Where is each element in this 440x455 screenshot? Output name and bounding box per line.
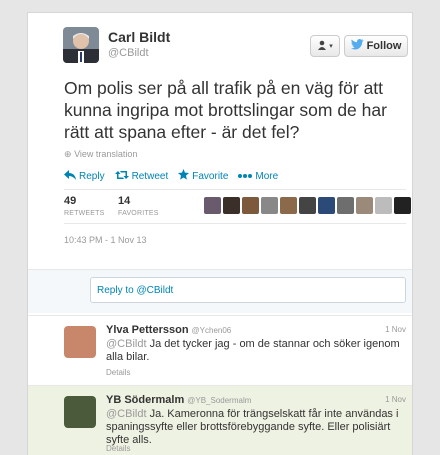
more-dots-icon xyxy=(238,171,253,182)
favoriter-avatars xyxy=(204,197,411,214)
retweet-action[interactable]: Retweet xyxy=(114,169,169,183)
favorite-label: Favorite xyxy=(192,170,229,182)
divider xyxy=(64,189,406,190)
globe-icon: ⊕ xyxy=(64,149,72,159)
favorites-stat[interactable]: 14 FAVORITES xyxy=(118,195,159,217)
reply-author-name-text: Ylva Pettersson xyxy=(106,324,189,336)
favoriter-avatar[interactable] xyxy=(280,197,297,214)
tweet-card: Carl Bildt @CBildt ▾ Follow Om polis ser… xyxy=(27,12,413,455)
favoriter-avatar[interactable] xyxy=(204,197,221,214)
author-avatar[interactable] xyxy=(63,27,99,63)
tweet-text: Om polis ser på all trafik på en väg för… xyxy=(64,78,387,142)
favorite-action[interactable]: Favorite xyxy=(178,169,228,183)
reply-action[interactable]: Reply xyxy=(64,169,105,183)
reply-details-link[interactable]: Details xyxy=(106,368,130,377)
more-label: More xyxy=(255,170,279,182)
tweet-timestamp[interactable]: 10:43 PM - 1 Nov 13 xyxy=(64,235,147,245)
view-translation-label: View translation xyxy=(74,149,138,159)
reply-author-name-text: YB Södermalm xyxy=(106,394,185,406)
divider xyxy=(64,223,406,224)
reply-date[interactable]: 1 Nov xyxy=(385,395,406,404)
reply-author-name[interactable]: Ylva Pettersson @Ychen06 xyxy=(106,324,231,336)
favoriter-avatar[interactable] xyxy=(356,197,373,214)
reply-mention[interactable]: @CBildt xyxy=(106,408,147,420)
retweets-stat[interactable]: 49 RETWEETS xyxy=(64,195,105,217)
reply-author-handle: @Ychen06 xyxy=(191,326,232,335)
reply-input[interactable]: Reply to @CBildt xyxy=(90,277,406,303)
reply-body: Ja. Kameronna för trängselskatt får inte… xyxy=(106,408,399,446)
reply-author-handle: @YB_Sodermalm xyxy=(187,396,252,405)
author-name[interactable]: Carl Bildt xyxy=(108,29,170,45)
favoriter-avatar[interactable] xyxy=(261,197,278,214)
reply-icon xyxy=(64,169,76,183)
twitter-bird-icon xyxy=(350,39,364,53)
reply-text: @CBildt Ja. Kameronna för trängselskatt … xyxy=(106,408,406,447)
retweets-count: 49 xyxy=(64,195,77,207)
author-handle[interactable]: @CBildt xyxy=(108,47,149,59)
favoriter-avatar[interactable] xyxy=(318,197,335,214)
favoriter-avatar[interactable] xyxy=(375,197,392,214)
favorites-label: FAVORITES xyxy=(118,210,159,217)
reply-tweet[interactable]: Ylva Pettersson @Ychen06 1 Nov @CBildt Ja d… xyxy=(28,315,412,385)
reply-avatar[interactable] xyxy=(64,396,96,428)
reply-date[interactable]: 1 Nov xyxy=(385,325,406,334)
tweet-actions: Reply Retweet Favorite More xyxy=(64,169,288,183)
more-action[interactable]: More xyxy=(238,169,278,183)
favoriter-avatar[interactable] xyxy=(337,197,354,214)
retweet-icon xyxy=(114,170,129,183)
reply-body: Ja det tycker jag - om de stannar och sö… xyxy=(106,338,400,363)
retweet-label: Retweet xyxy=(131,170,169,182)
follow-button[interactable]: Follow xyxy=(344,35,408,57)
favoriter-avatar[interactable] xyxy=(223,197,240,214)
reply-tweet[interactable]: YB Södermalm @YB_Sodermalm 1 Nov @CBildt Ja… xyxy=(28,385,412,455)
reply-author-name[interactable]: YB Södermalm @YB_Sodermalm xyxy=(106,394,251,406)
reply-details-link[interactable]: Details xyxy=(106,444,130,453)
caret-down-icon: ▾ xyxy=(329,43,333,50)
reply-mention[interactable]: @CBildt xyxy=(106,338,147,350)
follow-button-label: Follow xyxy=(366,40,402,52)
user-icon xyxy=(317,40,327,53)
favoriter-avatar[interactable] xyxy=(242,197,259,214)
favorites-count: 14 xyxy=(118,195,131,207)
view-translation-link[interactable]: ⊕ View translation xyxy=(64,149,137,160)
retweets-label: RETWEETS xyxy=(64,210,105,217)
reply-label: Reply xyxy=(79,170,105,182)
favoriter-avatar[interactable] xyxy=(299,197,316,214)
favoriter-avatar[interactable] xyxy=(394,197,411,214)
star-icon xyxy=(178,169,190,183)
reply-avatar[interactable] xyxy=(64,326,96,358)
reply-text: @CBildt Ja det tycker jag - om de stanna… xyxy=(106,338,406,364)
user-actions-button[interactable]: ▾ xyxy=(310,35,340,57)
